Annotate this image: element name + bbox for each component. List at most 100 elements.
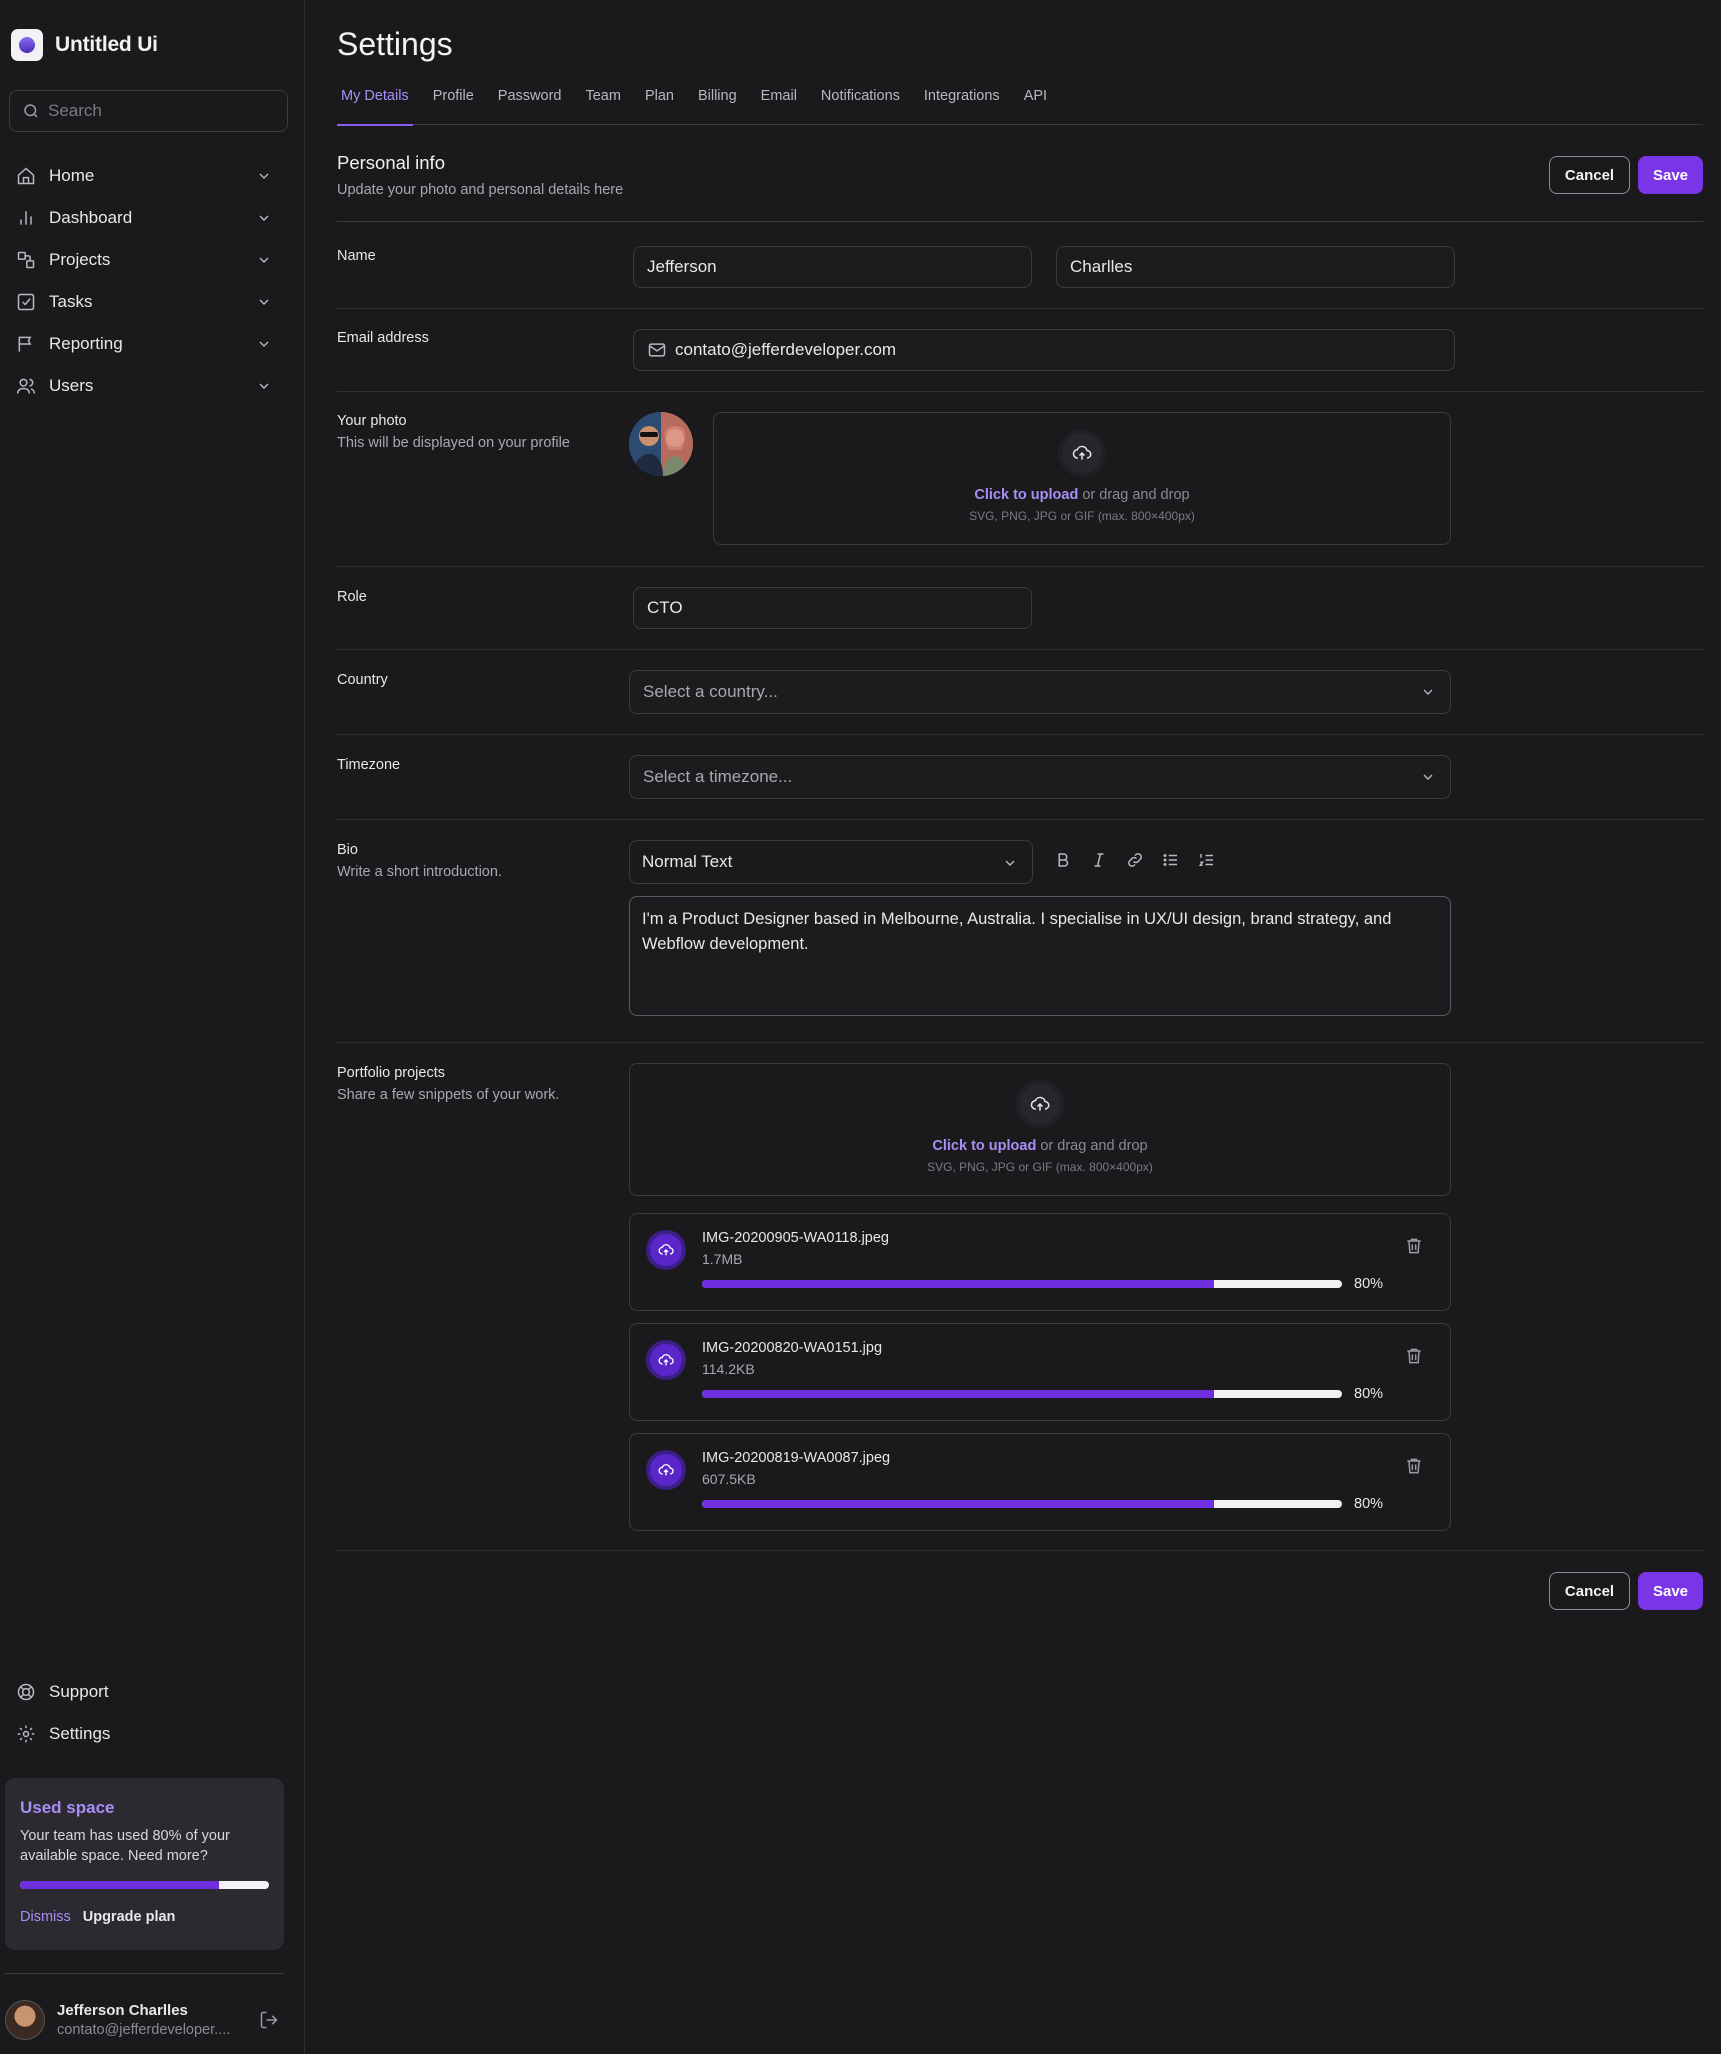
tab-profile[interactable]: Profile — [429, 88, 478, 125]
sidebar-item-projects[interactable]: Projects — [16, 239, 274, 281]
trash-icon[interactable] — [1404, 1236, 1424, 1256]
bulleted-list-icon[interactable] — [1161, 850, 1181, 870]
country-row: Country Select a country... — [337, 650, 1703, 735]
italic-icon[interactable] — [1089, 850, 1109, 870]
sidebar-item-home[interactable]: Home — [16, 155, 274, 197]
sidebar-item-label: Settings — [49, 1724, 111, 1743]
file-size: 607.5KB — [702, 1471, 756, 1487]
upload-cloud-icon — [646, 1340, 686, 1380]
chevron-down-icon — [1005, 860, 1015, 866]
search-box[interactable] — [9, 90, 288, 132]
tab-notifications[interactable]: Notifications — [817, 88, 904, 125]
text-style-select[interactable]: Normal Text — [629, 840, 1033, 884]
chevron-down-icon[interactable] — [256, 252, 272, 268]
role-field[interactable]: CTO — [633, 587, 1032, 629]
tab-email[interactable]: Email — [757, 88, 801, 125]
file-name: IMG-20200819-WA0087.jpeg — [702, 1450, 891, 1466]
sidebar: Untitled Ui Home Dashboard Projects — [0, 0, 305, 2054]
click-to-upload-link[interactable]: Click to upload — [932, 1138, 1036, 1154]
sidebar-item-support[interactable]: Support — [16, 1671, 274, 1713]
file-size: 114.2KB — [702, 1361, 755, 1377]
role-row: Role CTO — [337, 567, 1703, 650]
timezone-placeholder: Select a timezone... — [643, 767, 793, 786]
users-icon — [16, 376, 36, 396]
tab-password[interactable]: Password — [494, 88, 566, 125]
chevron-down-icon[interactable] — [256, 294, 272, 310]
country-placeholder: Select a country... — [643, 682, 778, 701]
upgrade-plan-link[interactable]: Upgrade plan — [83, 1909, 176, 1925]
upload-file-item: IMG-20200820-WA0151.jpg 114.2KB 80% — [629, 1323, 1451, 1421]
click-to-upload-link[interactable]: Click to upload — [974, 487, 1078, 503]
used-space-progress — [20, 1881, 269, 1889]
photo-upload-dropzone[interactable]: Click to upload or drag and drop SVG, PN… — [713, 412, 1451, 545]
chevron-down-icon[interactable] — [256, 336, 272, 352]
upload-file-item: IMG-20200819-WA0087.jpeg 607.5KB 80% — [629, 1433, 1451, 1531]
sidebar-item-users[interactable]: Users — [16, 365, 274, 407]
tab-my-details[interactable]: My Details — [337, 88, 413, 126]
search-input[interactable] — [48, 101, 268, 121]
search-icon — [24, 104, 38, 118]
email-field[interactable]: contato@jefferdeveloper.com — [633, 329, 1455, 371]
used-space-progress-fill — [20, 1881, 220, 1889]
formatting-toolbar — [1053, 850, 1217, 870]
sidebar-nav: Home Dashboard Projects Tasks Reporting … — [16, 155, 274, 407]
user-email: contato@jefferdeveloper.... — [57, 2022, 231, 2038]
country-select[interactable]: Select a country... — [629, 670, 1451, 714]
photo-row: Your photo This will be displayed on you… — [337, 392, 1703, 567]
chevron-down-icon[interactable] — [256, 168, 272, 184]
upload-instructions: Click to upload or drag and drop — [932, 1138, 1147, 1154]
upload-cloud-icon — [646, 1450, 686, 1490]
upload-cloud-icon — [646, 1230, 686, 1270]
portfolio-label: Portfolio projects — [337, 1065, 445, 1081]
avatar[interactable] — [5, 2000, 45, 2040]
cancel-button[interactable]: Cancel — [1549, 156, 1630, 194]
sidebar-item-label: Home — [49, 166, 95, 185]
email-row: Email address contato@jefferdeveloper.co… — [337, 309, 1703, 392]
footer-save-button[interactable]: Save — [1638, 1572, 1703, 1610]
section-title: Personal info — [337, 152, 445, 173]
sidebar-item-settings[interactable]: Settings — [16, 1713, 274, 1755]
dismiss-link[interactable]: Dismiss — [20, 1909, 71, 1925]
link-icon[interactable] — [1125, 850, 1145, 870]
file-progress — [702, 1280, 1342, 1288]
logout-icon[interactable] — [259, 2010, 279, 2030]
tab-plan[interactable]: Plan — [641, 88, 678, 125]
tab-api[interactable]: API — [1020, 88, 1051, 125]
sidebar-bottom-nav: Support Settings — [16, 1671, 274, 1755]
upload-cloud-icon — [1016, 1080, 1064, 1128]
footer-cancel-button[interactable]: Cancel — [1549, 1572, 1630, 1610]
save-button[interactable]: Save — [1638, 156, 1703, 194]
timezone-select[interactable]: Select a timezone... — [629, 755, 1451, 799]
sidebar-item-label: Reporting — [49, 334, 123, 353]
email-label: Email address — [337, 330, 429, 346]
bio-textarea[interactable]: I'm a Product Designer based in Melbourn… — [629, 896, 1451, 1016]
sidebar-item-reporting[interactable]: Reporting — [16, 323, 274, 365]
brand[interactable]: Untitled Ui — [11, 29, 158, 61]
user-profile[interactable]: Jefferson Charlles contato@jefferdevelop… — [5, 1998, 285, 2042]
file-name: IMG-20200905-WA0118.jpeg — [702, 1230, 889, 1246]
sidebar-item-dashboard[interactable]: Dashboard — [16, 197, 274, 239]
trash-icon[interactable] — [1404, 1456, 1424, 1476]
file-size: 1.7MB — [702, 1251, 743, 1267]
upload-hint: SVG, PNG, JPG or GIF (max. 800×400px) — [927, 1160, 1153, 1174]
tab-team[interactable]: Team — [581, 88, 624, 125]
text-style-value: Normal Text — [642, 852, 733, 871]
country-label: Country — [337, 672, 388, 688]
tab-billing[interactable]: Billing — [694, 88, 741, 125]
portfolio-row: Portfolio projects Share a few snippets … — [337, 1043, 1703, 1551]
lifebuoy-icon — [16, 1682, 36, 1702]
photo-sublabel: This will be displayed on your profile — [337, 435, 570, 451]
chevron-down-icon[interactable] — [256, 210, 272, 226]
home-icon — [16, 166, 36, 186]
chevron-down-icon[interactable] — [256, 378, 272, 394]
file-progress-percent: 80% — [1354, 1386, 1384, 1402]
first-name-field[interactable]: Jefferson — [633, 246, 1032, 288]
numbered-list-icon[interactable] — [1197, 850, 1217, 870]
trash-icon[interactable] — [1404, 1346, 1424, 1366]
sidebar-item-tasks[interactable]: Tasks — [16, 281, 274, 323]
role-label: Role — [337, 589, 367, 605]
portfolio-upload-dropzone[interactable]: Click to upload or drag and drop SVG, PN… — [629, 1063, 1451, 1196]
last-name-field[interactable]: Charlles — [1056, 246, 1455, 288]
bold-icon[interactable] — [1053, 850, 1073, 870]
tab-integrations[interactable]: Integrations — [920, 88, 1004, 125]
